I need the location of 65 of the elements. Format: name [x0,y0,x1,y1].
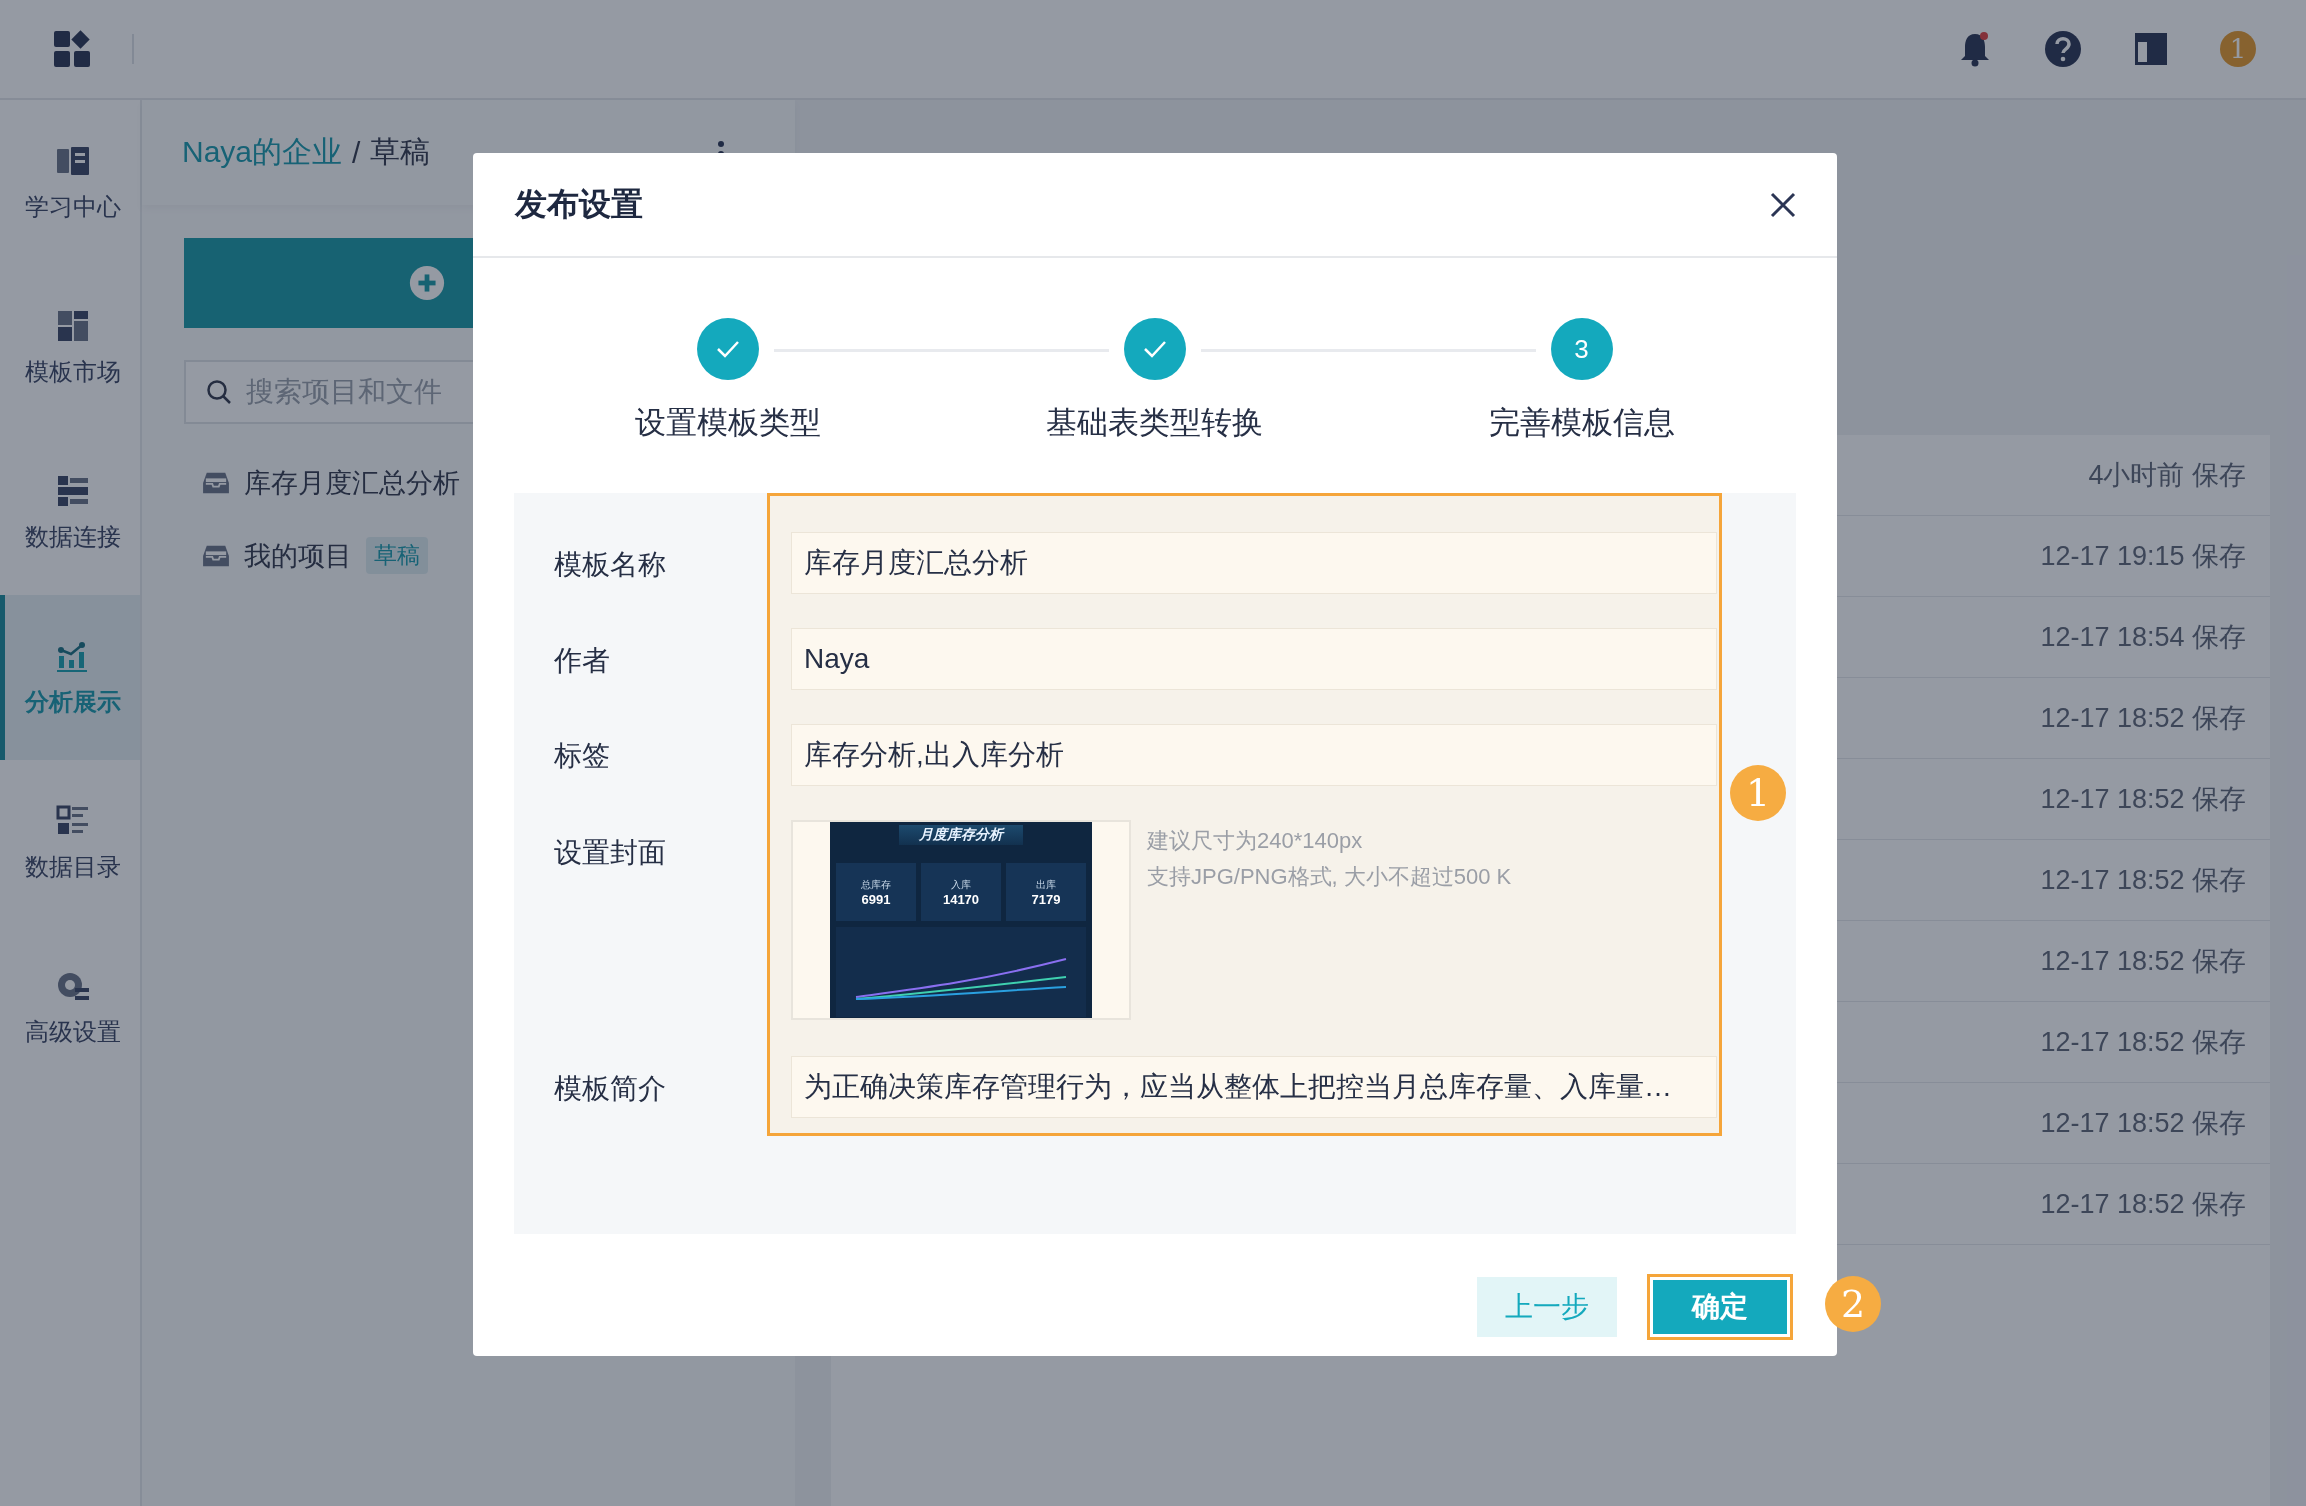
input-field[interactable]: 为正确决策库存管理行为，应当从整体上把控当月总库存量、入库量… [791,1056,1717,1118]
input-field[interactable]: 库存月度汇总分析 [791,532,1717,594]
tree-item[interactable]: 库存月度汇总分析 [142,446,795,519]
stat-value: 7179 [1031,891,1061,907]
saved-time: 12-17 19:15 保存 [2040,540,2246,573]
close-icon[interactable] [1769,190,1797,219]
dialog-title: 发布设置 [515,184,644,224]
sidebar-label: 模板市场 [24,356,121,387]
sidebar-item[interactable]: 高级设置 [0,925,140,1090]
help-icon[interactable] [2044,30,2082,68]
stat-label: 出库 [1036,877,1056,892]
cover-upload[interactable]: 月度库存分析 总库存 6991 入库 14170 出库 7179 [791,820,1131,1020]
field-label: 模板名称 [554,548,666,582]
apps-icon[interactable] [52,29,92,69]
sidebar-item[interactable]: 数据连接 [0,430,140,595]
sidebar-label: 数据连接 [24,521,121,552]
sidebar-item[interactable]: 数据目录 [0,760,140,925]
inbox-icon [202,470,230,495]
layout-icon[interactable] [2132,30,2170,68]
saved-time: 12-17 18:52 保存 [2040,1188,2246,1221]
stat-value: 14170 [942,891,980,907]
sidebar-label: 高级设置 [24,1016,121,1047]
callout-badge: 1 [1730,765,1786,821]
sidebar-label: 学习中心 [24,191,121,222]
step-label: 完善模板信息 [1488,404,1675,442]
step-label: 基础表类型转换 [1046,404,1263,442]
input-field[interactable]: Naya [791,628,1717,690]
tree-label: 库存月度汇总分析 [244,466,460,500]
plus-icon [408,264,446,302]
saved-time: 12-17 18:52 保存 [2040,702,2246,735]
hint-text: 支持JPG/PNG格式, 大小不超过500 K [1147,863,1512,891]
breadcrumb-current: 草稿 [370,134,431,170]
tree-label: 我的项目 [244,539,352,573]
status-tag: 草稿 [366,537,428,574]
sidebar-label: 分析展示 [24,686,121,717]
inbox-icon [202,543,230,568]
search-icon [206,379,232,405]
saved-time: 4小时前 保存 [2088,459,2246,492]
saved-time: 12-17 18:52 保存 [2040,864,2246,897]
saved-time: 12-17 18:52 保存 [2040,945,2246,978]
sidebar-item[interactable]: 学习中心 [0,100,140,265]
cover-title: 月度库存分析 [899,825,1023,845]
confirm-button[interactable]: 确定 [1647,1274,1793,1340]
saved-time: 12-17 18:52 保存 [2040,1026,2246,1059]
breadcrumb-link[interactable]: Naya的企业 [182,132,343,173]
field-label: 设置封面 [554,836,666,870]
breadcrumb-separator: / [352,135,361,170]
stat-label: 入库 [951,877,971,892]
stat-value: 6991 [861,891,891,907]
field-label: 标签 [554,739,610,773]
field-label: 模板简介 [554,1072,666,1106]
stat-label: 总库存 [861,877,891,892]
check-icon [714,339,741,359]
saved-time: 12-17 18:54 保存 [2040,621,2246,654]
saved-time: 12-17 18:52 保存 [2040,1107,2246,1140]
callout-badge: 2 [1825,1276,1881,1332]
input-field[interactable]: 库存分析,出入库分析 [791,724,1717,786]
sidebar-item[interactable]: 模板市场 [0,265,140,430]
check-icon [1141,339,1168,359]
back-button[interactable]: 上一步 [1477,1277,1617,1337]
field-label: 作者 [554,644,610,678]
step-number: 3 [1574,333,1589,365]
sidebar-label: 数据目录 [24,851,121,882]
hint-text: 建议尺寸为240*140px [1147,827,1364,855]
saved-time: 12-17 18:52 保存 [2040,783,2246,816]
